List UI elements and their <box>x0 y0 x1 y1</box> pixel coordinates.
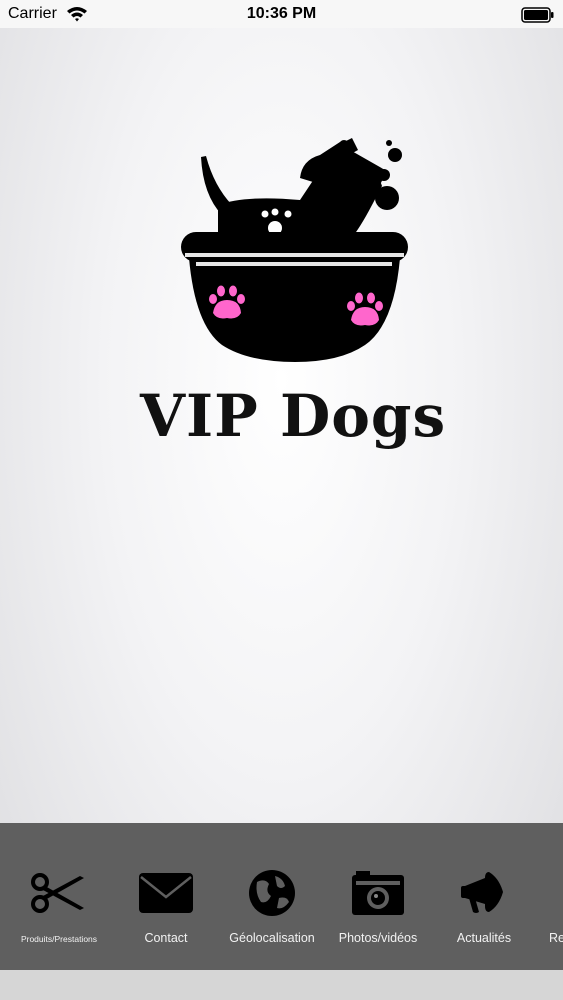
envelope-icon <box>136 868 196 918</box>
bottom-nav-bar: Produits/Prestations Contact Géolocalisa… <box>0 823 563 970</box>
status-time: 10:36 PM <box>246 5 317 22</box>
globe-icon <box>242 868 302 918</box>
nav-item-actualites[interactable]: Actualités <box>431 823 537 970</box>
status-bar: Carrier 10:36 PM <box>0 0 563 28</box>
nav-item-geolocalisation[interactable]: Géolocalisation <box>219 823 325 970</box>
nav-item-partial[interactable]: Re <box>537 823 563 970</box>
scissors-icon <box>29 868 89 918</box>
nav-item-photos-videos[interactable]: Photos/vidéos <box>325 823 431 970</box>
nav-item-produits-prestations[interactable]: Produits/Prestations <box>6 823 112 970</box>
nav-item-contact[interactable]: Contact <box>113 823 219 970</box>
megaphone-icon <box>454 868 514 918</box>
camera-icon <box>348 868 408 918</box>
battery-icon <box>521 7 555 28</box>
bottom-strip <box>0 970 563 1000</box>
logo-text: VIP Dogs <box>140 382 447 450</box>
nav-label-partial: Re <box>549 931 563 945</box>
